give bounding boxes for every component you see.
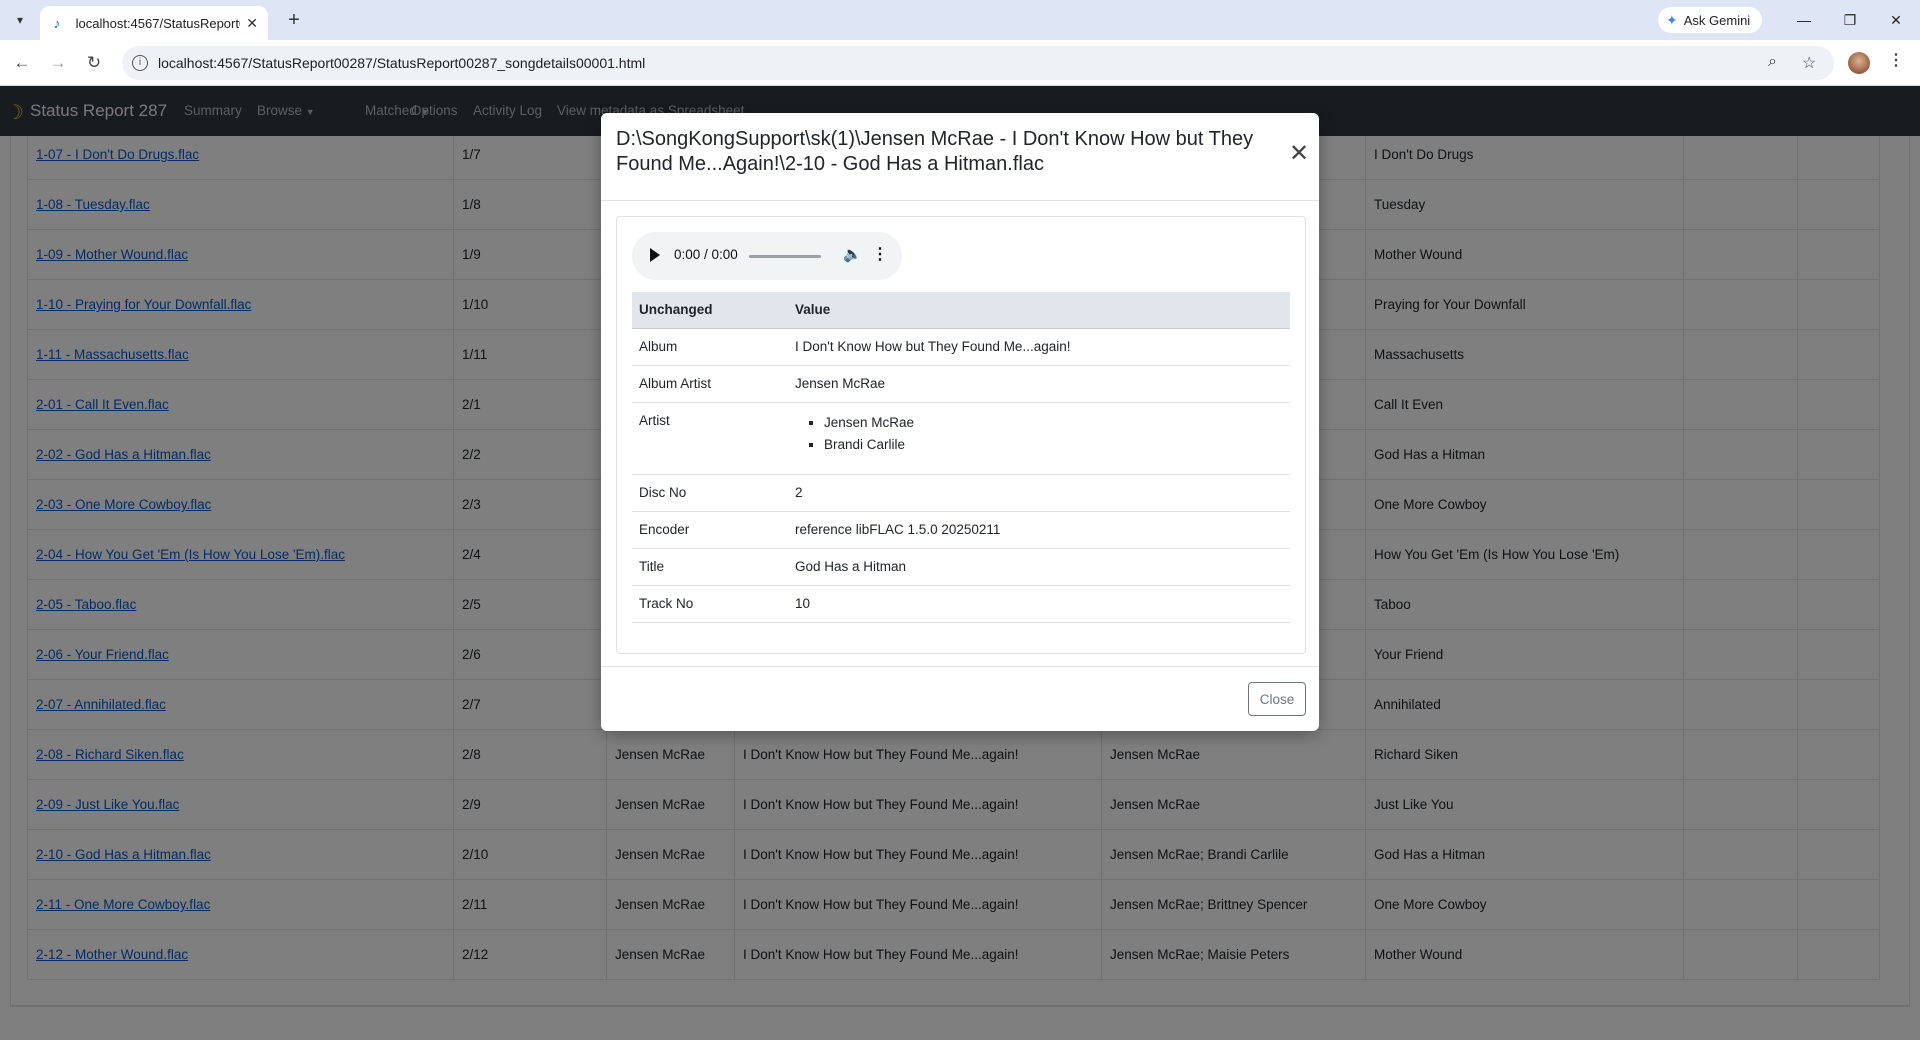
field-name: Track No	[632, 585, 788, 623]
new-tab-plus-icon[interactable]: +	[282, 8, 306, 32]
bookmark-star-icon[interactable]: ☆	[1802, 53, 1816, 73]
ask-gemini-label: Ask Gemini	[1683, 12, 1751, 28]
field-value: Jensen McRaeBrandi Carlile	[788, 402, 1290, 475]
metadata-row: Album Artist Jensen McRae	[632, 365, 1290, 403]
field-name: Disc No	[632, 474, 788, 512]
gemini-sparkle-icon: ✦	[1666, 11, 1678, 28]
url-text[interactable]: localhost:4567/StatusReport00287/StatusR…	[158, 55, 645, 71]
metadata-row: Title God Has a Hitman	[632, 548, 1290, 586]
field-value: reference libFLAC 1.5.0 20250211	[788, 511, 1290, 549]
field-value: 10	[788, 585, 1290, 623]
audio-player[interactable]: 0:00 / 0:00 🔈 ⋮	[632, 232, 902, 280]
zoom-icon[interactable]: ⌕	[1768, 53, 1777, 71]
reload-icon[interactable]: ↻	[80, 49, 108, 77]
list-item: Brandi Carlile	[824, 434, 1283, 456]
header-unchanged: Unchanged	[632, 292, 788, 329]
audio-time: 0:00 / 0:00	[674, 247, 738, 262]
tab-close-icon[interactable]: ✕	[244, 15, 260, 32]
metadata-row: Album I Don't Know How but They Found Me.…	[632, 328, 1290, 366]
volume-icon[interactable]: 🔈	[843, 245, 862, 263]
field-value: I Don't Know How but They Found Me...aga…	[788, 328, 1290, 366]
metadata-row: Disc No 2	[632, 474, 1290, 512]
modal-footer: Close	[601, 666, 1319, 731]
back-arrow-icon[interactable]: ←	[8, 49, 36, 77]
play-icon[interactable]	[650, 248, 660, 262]
metadata-row: Encoder reference libFLAC 1.5.0 20250211	[632, 511, 1290, 549]
restore-icon[interactable]: ❐	[1830, 6, 1870, 34]
field-value-list: Jensen McRaeBrandi Carlile	[824, 412, 1283, 456]
metadata-row: Track No 10	[632, 585, 1290, 623]
browser-toolbar: ← → ↻ i localhost:4567/StatusReport00287…	[0, 40, 1920, 86]
forward-arrow-icon[interactable]: →	[44, 49, 72, 77]
modal-close-icon[interactable]: ✕	[1287, 142, 1311, 167]
close-button[interactable]: Close	[1248, 682, 1306, 716]
metadata-table: Unchanged Value Album I Don't Know How bu…	[632, 292, 1290, 623]
metadata-row: Artist Jensen McRaeBrandi Carlile	[632, 402, 1290, 475]
audio-more-icon[interactable]: ⋮	[872, 244, 888, 264]
minimize-icon[interactable]: —	[1784, 6, 1824, 34]
tab-title: localhost:4567/StatusReport002	[75, 15, 241, 31]
tab-search-chevron-icon[interactable]: ▾	[8, 8, 32, 32]
modal-title: D:\SongKongSupport\sk(1)\Jensen McRae - …	[616, 128, 1254, 175]
music-note-icon: ♪	[53, 15, 61, 31]
field-value: 2	[788, 474, 1290, 512]
metadata-header-row: Unchanged Value	[632, 292, 1290, 329]
field-value: Jensen McRae	[788, 365, 1290, 403]
song-details-modal: D:\SongKongSupport\sk(1)\Jensen McRae - …	[601, 113, 1319, 731]
site-info-icon[interactable]: i	[132, 55, 148, 71]
profile-avatar[interactable]	[1848, 52, 1870, 74]
modal-header: D:\SongKongSupport\sk(1)\Jensen McRae - …	[601, 113, 1319, 201]
window-close-icon[interactable]: ✕	[1876, 6, 1916, 34]
field-name: Encoder	[632, 511, 788, 549]
list-item: Jensen McRae	[824, 412, 1283, 434]
address-bar[interactable]: i localhost:4567/StatusReport00287/Statu…	[122, 46, 1834, 80]
browser-menu-icon[interactable]: ⋮	[1888, 50, 1904, 70]
modal-body: 0:00 / 0:00 🔈 ⋮ Unchanged Value Album I D…	[616, 216, 1306, 654]
field-name: Title	[632, 548, 788, 586]
field-value: God Has a Hitman	[788, 548, 1290, 586]
header-value: Value	[788, 292, 1290, 329]
field-name: Album	[632, 328, 788, 366]
browser-tab-active[interactable]: ♪ localhost:4567/StatusReport002 ✕	[40, 6, 268, 40]
field-name: Album Artist	[632, 365, 788, 403]
audio-progress-slider[interactable]	[749, 255, 821, 258]
field-name: Artist	[632, 402, 788, 475]
ask-gemini-button[interactable]: ✦ Ask Gemini	[1658, 7, 1762, 33]
browser-tabstrip: ▾ ♪ localhost:4567/StatusReport002 ✕ + ✦…	[0, 0, 1920, 40]
